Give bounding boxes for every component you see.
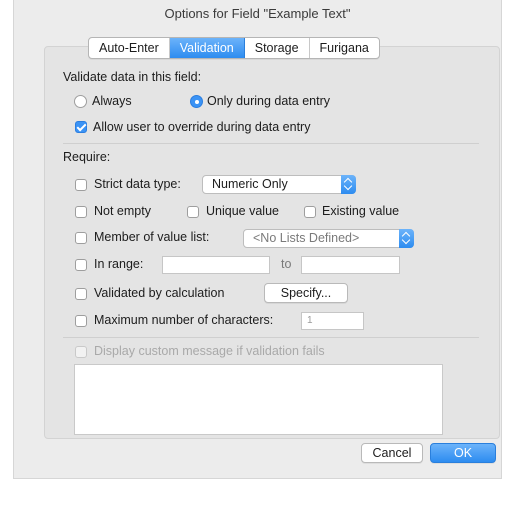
cancel-button[interactable]: Cancel xyxy=(361,443,423,463)
custom-message-label: Display custom message if validation fai… xyxy=(94,344,325,358)
only-entry-radio[interactable] xyxy=(190,95,203,108)
range-to-label: to xyxy=(281,257,292,271)
member-list-label: Member of value list: xyxy=(94,230,210,244)
always-label: Always xyxy=(92,94,132,108)
calculation-checkbox[interactable] xyxy=(75,288,87,300)
chevron-updown-icon xyxy=(399,229,414,248)
custom-message-checkbox[interactable] xyxy=(75,346,87,358)
unique-value-label: Unique value xyxy=(206,204,279,218)
require-heading: Require: xyxy=(63,150,111,164)
specify-button[interactable]: Specify... xyxy=(264,283,348,303)
section-divider xyxy=(63,143,479,144)
allow-override-checkbox[interactable] xyxy=(75,121,87,133)
tab-bar: Auto-Enter Validation Storage Furigana xyxy=(88,37,380,59)
existing-value-checkbox[interactable] xyxy=(304,206,316,218)
validate-heading: Validate data in this field: xyxy=(63,70,202,84)
max-chars-label: Maximum number of characters: xyxy=(94,313,274,327)
max-chars-checkbox[interactable] xyxy=(75,315,87,327)
section-divider xyxy=(63,337,479,338)
range-from-field[interactable] xyxy=(162,256,270,274)
custom-message-textarea[interactable] xyxy=(74,364,443,435)
not-empty-label: Not empty xyxy=(94,204,151,218)
always-radio[interactable] xyxy=(74,95,87,108)
tab-auto-enter[interactable]: Auto-Enter xyxy=(89,38,170,58)
tab-validation[interactable]: Validation xyxy=(169,38,245,58)
strict-type-value: Numeric Only xyxy=(212,177,288,191)
in-range-label: In range: xyxy=(94,257,144,271)
strict-type-label: Strict data type: xyxy=(94,177,181,191)
value-list-value: <No Lists Defined> xyxy=(253,231,360,245)
in-range-checkbox[interactable] xyxy=(75,259,87,271)
chevron-updown-icon xyxy=(341,175,356,194)
not-empty-checkbox[interactable] xyxy=(75,206,87,218)
strict-type-checkbox[interactable] xyxy=(75,179,87,191)
only-entry-label: Only during data entry xyxy=(207,94,330,108)
member-list-checkbox[interactable] xyxy=(75,232,87,244)
strict-type-select[interactable]: Numeric Only xyxy=(202,175,356,194)
max-chars-field[interactable]: 1 xyxy=(301,312,364,330)
existing-value-label: Existing value xyxy=(322,204,400,218)
unique-value-checkbox[interactable] xyxy=(187,206,199,218)
window-title: Options for Field "Example Text" xyxy=(164,6,351,21)
allow-override-label: Allow user to override during data entry xyxy=(93,120,311,134)
ok-button[interactable]: OK xyxy=(430,443,496,463)
value-list-select[interactable]: <No Lists Defined> xyxy=(243,229,414,248)
calculation-label: Validated by calculation xyxy=(94,286,225,300)
range-to-field[interactable] xyxy=(301,256,400,274)
tab-furigana[interactable]: Furigana xyxy=(310,38,379,58)
tab-storage[interactable]: Storage xyxy=(245,38,310,58)
